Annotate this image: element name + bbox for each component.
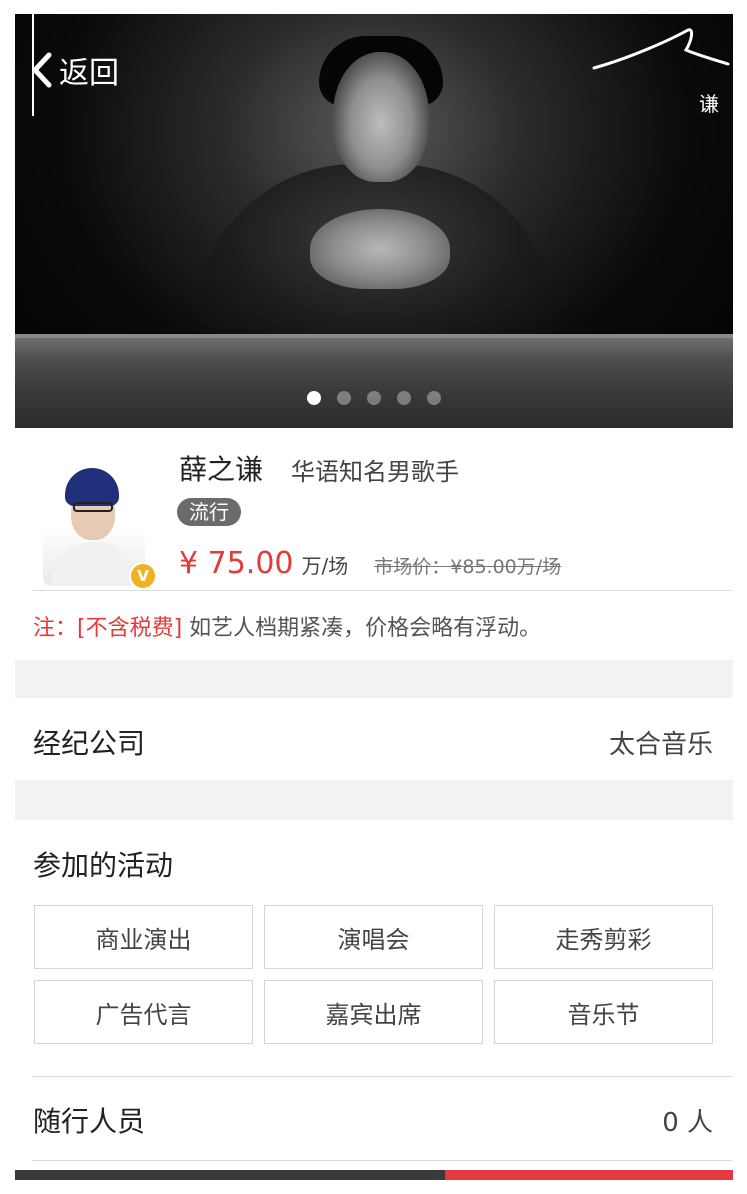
agency-value: 太合音乐 [608, 730, 713, 760]
activity-chip[interactable]: 音乐节 [494, 980, 713, 1044]
price-unit: 万/场 [301, 554, 349, 578]
back-label: 返回 [59, 56, 119, 91]
price-note: 注：[不含税费] 如艺人档期紧凑，价格会略有浮动。 [33, 610, 541, 642]
entourage-value: 0 人 [662, 1108, 713, 1138]
section-spacer [15, 660, 733, 698]
bottom-bar[interactable] [15, 1170, 445, 1180]
entourage-label: 随行人员 [33, 1105, 146, 1138]
signature-logo [592, 28, 730, 70]
avatar-glasses [73, 502, 113, 512]
agency-label: 经纪公司 [33, 727, 146, 760]
artist-title: 华语知名男歌手 [291, 458, 459, 486]
activities-title: 参加的活动 [33, 849, 174, 882]
activity-chip[interactable]: 商业演出 [34, 905, 253, 969]
carousel-dot-2[interactable] [337, 391, 351, 405]
avatar[interactable]: V [43, 454, 157, 590]
artist-name: 薛之谦 [179, 453, 264, 486]
price-row: ¥ 75.00 万/场 市场价：¥85.00万/场 [179, 546, 561, 581]
signature-caption: 谦 [699, 92, 719, 116]
back-button[interactable]: 返回 [31, 50, 119, 91]
genre-tag: 流行 [177, 498, 241, 526]
note-text: 如艺人档期紧凑，价格会略有浮动。 [182, 616, 542, 641]
divider [32, 1160, 732, 1161]
artist-detail-screen: 返回 谦 V 薛之谦 华语知名男歌手 流行 ¥ 75.00 万/场 市场价：¥8… [15, 14, 733, 1180]
banner-figure-head [333, 52, 429, 182]
divider [32, 1076, 732, 1077]
carousel-dot-3[interactable] [367, 391, 381, 405]
artist-banner-image[interactable]: 返回 谦 [15, 14, 733, 428]
bottom-action-button[interactable] [445, 1170, 733, 1180]
carousel-dot-5[interactable] [427, 391, 441, 405]
price: ¥ 75.00 [179, 546, 294, 581]
activity-chip[interactable]: 演唱会 [264, 905, 483, 969]
chevron-left-icon [32, 52, 52, 88]
activities-grid: 商业演出 演唱会 走秀剪彩 广告代言 嘉宾出席 音乐节 [34, 905, 714, 1044]
carousel-dot-4[interactable] [397, 391, 411, 405]
banner-figure-hands [310, 209, 450, 289]
verified-badge-icon: V [129, 562, 157, 590]
carousel-dot-1[interactable] [307, 391, 321, 405]
market-price: 市场价：¥85.00万/场 [374, 556, 562, 578]
note-prefix: 注：[不含税费] [33, 616, 183, 641]
activity-chip[interactable]: 嘉宾出席 [264, 980, 483, 1044]
activity-chip[interactable]: 走秀剪彩 [494, 905, 713, 969]
banner-table [15, 338, 733, 428]
section-spacer [15, 780, 733, 820]
divider [32, 590, 732, 591]
artist-profile: V 薛之谦 华语知名男歌手 流行 ¥ 75.00 万/场 市场价：¥85.00万… [15, 428, 733, 590]
activity-chip[interactable]: 广告代言 [34, 980, 253, 1044]
carousel-indicator[interactable] [15, 391, 733, 405]
